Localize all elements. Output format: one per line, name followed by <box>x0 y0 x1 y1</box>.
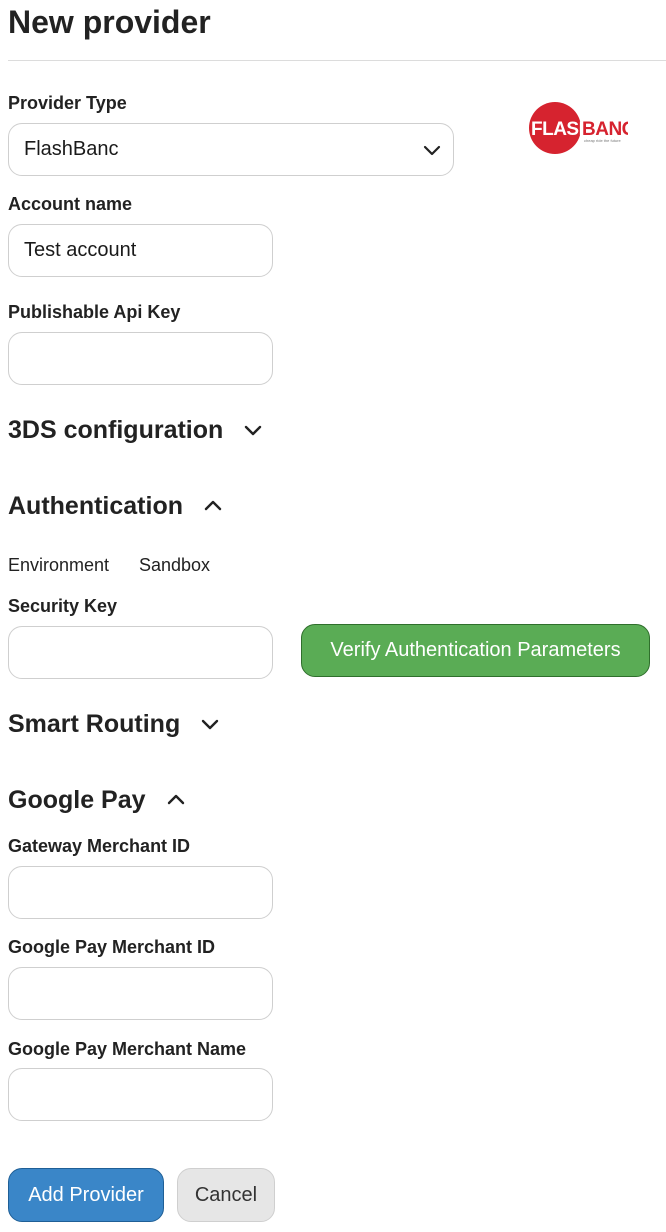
logo-tagline: cheap ride the future <box>584 138 621 143</box>
google-pay-merchant-id-input[interactable] <box>8 967 273 1020</box>
google-pay-merchant-name-label: Google Pay Merchant Name <box>8 1039 247 1059</box>
google-pay-merchant-id-label: Google Pay Merchant ID <box>8 937 216 957</box>
section-smart-routing-title: Smart Routing <box>8 710 181 738</box>
environment-label: Environment <box>8 555 110 575</box>
chevron-up-icon <box>201 494 225 518</box>
publishable-api-key-input[interactable] <box>8 332 273 385</box>
section-authentication-toggle[interactable]: Authentication <box>8 491 225 521</box>
chevron-down-icon <box>198 712 222 736</box>
publishable-api-key-label: Publishable Api Key <box>8 302 181 322</box>
gateway-merchant-id-label: Gateway Merchant ID <box>8 836 191 856</box>
provider-type-label: Provider Type <box>8 93 127 113</box>
cancel-button[interactable]: Cancel <box>177 1168 275 1222</box>
account-name-input[interactable] <box>8 224 273 277</box>
chevron-down-icon <box>422 140 442 160</box>
security-key-input[interactable] <box>8 626 273 679</box>
provider-logo: FLASH BANC cheap ride the future <box>528 100 636 156</box>
title-divider <box>8 60 666 61</box>
add-provider-button[interactable]: Add Provider <box>8 1168 164 1222</box>
chevron-down-icon <box>241 418 265 442</box>
section-google-pay-toggle[interactable]: Google Pay <box>8 785 188 815</box>
security-key-label: Security Key <box>8 596 118 616</box>
gateway-merchant-id-input[interactable] <box>8 866 273 919</box>
chevron-up-icon <box>164 788 188 812</box>
logo-text-banc: BANC <box>582 119 628 140</box>
provider-type-select[interactable]: FlashBanc <box>8 123 454 176</box>
environment-value: Sandbox <box>139 555 211 575</box>
verify-authentication-button[interactable]: Verify Authentication Parameters <box>301 624 650 677</box>
section-smart-routing-toggle[interactable]: Smart Routing <box>8 709 222 739</box>
page-title: New provider <box>8 4 211 40</box>
section-3ds-configuration-toggle[interactable]: 3DS configuration <box>8 415 265 445</box>
google-pay-merchant-name-input[interactable] <box>8 1068 273 1121</box>
account-name-label: Account name <box>8 194 133 214</box>
section-authentication-title: Authentication <box>8 492 183 520</box>
section-3ds-configuration-title: 3DS configuration <box>8 416 224 444</box>
section-google-pay-title: Google Pay <box>8 786 146 814</box>
provider-type-selected-value: FlashBanc <box>24 138 119 160</box>
